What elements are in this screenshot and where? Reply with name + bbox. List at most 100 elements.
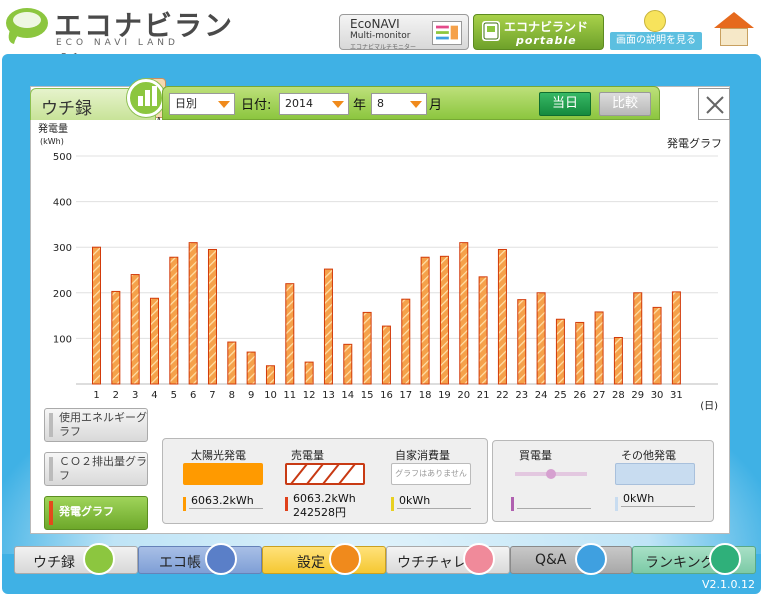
year-select[interactable]: 2014 [279,93,349,115]
bar-day-8[interactable] [227,341,237,385]
bar-day-19[interactable] [439,255,449,385]
nav-ecocho[interactable]: エコ帳 [138,543,262,575]
chevron-down-icon [218,101,230,108]
legend-self-title: 自家消費量 [395,449,450,462]
bar-day-20[interactable] [459,242,469,385]
portable-label-jp: エコナビランド [504,20,589,34]
x-tick-label: 18 [419,390,432,401]
bar-day-3[interactable] [130,274,140,385]
tab-uchiroku-label: ウチ録 [41,99,92,119]
bar-day-27[interactable] [594,311,604,385]
legend-bought-mark [511,497,514,511]
bar-day-24[interactable] [536,292,546,385]
bar-day-14[interactable] [343,343,353,385]
nav-uchiroku-label: ウチ録 [33,555,75,571]
nav-uchichare[interactable]: ウチチャレ [386,543,510,575]
x-tick-label: 26 [573,390,586,401]
x-tick-label: 17 [399,390,412,401]
bar-day-2[interactable] [111,290,121,385]
house-wall [720,28,748,46]
bar-day-1[interactable] [92,246,101,385]
hatsuden-graph-button[interactable]: 発電グラフ [44,496,148,530]
close-button[interactable] [698,88,730,120]
bar-day-22[interactable] [497,248,507,385]
x-tick-label: 19 [438,390,451,401]
legend-generation: 太陽光発電 6063.2kWh 売電量 6063.2kWh 242528円 自家… [162,438,488,524]
x-tick-label: 12 [303,390,316,401]
x-tick-label: 10 [264,390,277,401]
x-tick-label: 21 [477,390,490,401]
bar-day-11[interactable] [285,283,295,385]
month-select-value: 8 [377,97,384,110]
bar-day-29[interactable] [633,292,643,385]
bar-day-31[interactable] [671,291,681,385]
close-icon [706,96,724,114]
y-axis-label: 発電量 [38,122,68,135]
year-select-value: 2014 [285,97,313,110]
bar-day-9[interactable] [246,351,256,385]
today-button[interactable]: 当日 [539,92,591,116]
bar-day-13[interactable] [323,268,333,385]
legend-sold-title: 売電量 [291,449,324,462]
bar-day-4[interactable] [149,297,159,385]
x-tick-label: 31 [670,390,683,401]
date-controls: 日別 日付: 2014 年 8 月 当日 比較 [162,86,660,120]
econavi-multimonitor-button[interactable]: EcoNAVI Multi-monitor エコナビマルチモニター [339,14,469,51]
legend-self-mark [391,497,394,511]
month-select[interactable]: 8 [371,93,427,115]
legend-solar-title: 太陽光発電 [191,449,246,462]
home-button[interactable] [710,10,758,50]
x-tick-label: 3 [132,390,138,401]
legend-sold-swatch [285,463,365,485]
x-tick-label: 20 [457,390,470,401]
compare-button[interactable]: 比較 [599,92,651,116]
nav-uchiroku[interactable]: ウチ録 [14,543,138,575]
bar-day-17[interactable] [401,298,411,385]
bar-day-5[interactable] [169,256,179,385]
legend-self-no-graph: グラフはありません [391,463,471,485]
bar-day-25[interactable] [555,318,565,385]
help-button[interactable]: 画面の説明を見る [610,8,702,50]
mode-select[interactable]: 日別 [169,93,235,115]
mode-select-value: 日別 [175,97,197,110]
bar-day-30[interactable] [652,306,662,385]
x-tick-label: 15 [361,390,374,401]
nav-ecocho-label: エコ帳 [159,555,201,571]
nav-ranking[interactable]: ランキング [632,543,756,575]
bar-day-18[interactable] [420,256,430,385]
bar-day-16[interactable] [381,325,391,385]
bar-day-21[interactable] [478,276,488,385]
bar-day-6[interactable] [188,242,198,385]
legend-underline [189,508,263,509]
legend-underline [621,506,695,507]
hatsuden-graph-label: 発電グラフ [59,505,114,518]
chart-area: 発電量 (kWh) 発電グラフ (日) 100 200 300 400 500 1 2 3 4 5… [32,120,728,416]
portable-button[interactable]: エコナビランド portable [473,14,604,50]
co2-graph-button[interactable]: ＣＯ２排出量グラフ [44,452,148,486]
y-tick-label: 100 [53,334,72,345]
bar-day-7[interactable] [207,248,217,385]
bar-day-15[interactable] [362,311,372,385]
x-tick-label: 30 [651,390,664,401]
bar-day-12[interactable] [304,361,314,385]
energy-graph-button[interactable]: 使用エネルギーグラフ [44,408,148,442]
bar-chart-icon [127,79,165,117]
button-accent [49,413,53,437]
legend-other-swatch [615,463,695,485]
x-tick-label: 4 [151,390,157,401]
econavi-label: EcoNAVI [350,17,400,31]
bar-day-10[interactable] [265,365,275,385]
legend-other-title: その他発電 [621,449,676,462]
x-tick-label: 25 [554,390,567,401]
legend-other: 買電量 その他発電 0kWh [492,440,714,522]
bar-day-26[interactable] [575,321,585,385]
nav-qa[interactable]: Q&A [510,543,632,575]
bar-day-28[interactable] [613,336,623,385]
legend-other-mark [615,497,618,511]
legend-other-value: 0kWh [623,492,655,505]
bar-day-23[interactable] [517,299,527,385]
nav-settei[interactable]: 設定 [262,543,386,575]
tab-uchiroku[interactable]: ウチ録 [30,79,165,120]
nav-qa-label: Q&A [535,552,567,568]
legend-self-value: 0kWh [399,494,431,507]
